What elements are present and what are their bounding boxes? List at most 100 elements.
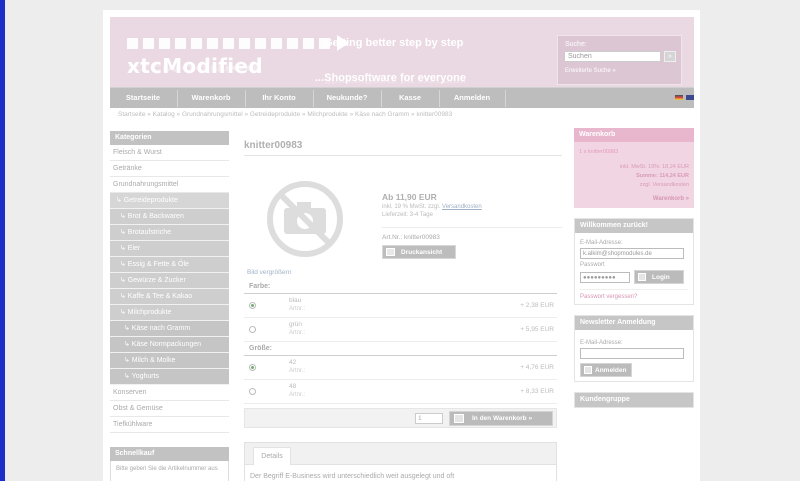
quantity-input[interactable]: 1 — [415, 413, 443, 424]
category-item[interactable]: ↳ Milch & Molke — [110, 353, 229, 369]
advanced-search-link[interactable]: Erweiterte Suche » — [565, 68, 616, 74]
tax-text: inkl. 19 % MwSt. zzgl. — [382, 204, 441, 210]
left-column: Kategorien Fleisch & Wurst Getränke Grun… — [110, 131, 229, 481]
login-box: Willkommen zurück! E-Mail-Adresse: k.alk… — [574, 218, 694, 305]
nav-anmelden[interactable]: Anmelden — [440, 88, 504, 109]
header-square — [223, 37, 234, 49]
search-box: Suche: » Erweiterte Suche » — [557, 35, 682, 85]
header-square — [303, 37, 314, 49]
option-price: + 5,95 EUR — [520, 326, 554, 333]
categories-header: Kategorien — [110, 131, 229, 145]
add-to-cart-button[interactable]: In den Warenkorb » — [449, 411, 553, 426]
category-item[interactable]: ↳ Essig & Fette & Öle — [110, 257, 229, 273]
header-tagline: Getting better step by step — [324, 37, 464, 49]
option-radio[interactable] — [249, 388, 256, 395]
login-button[interactable]: Login — [634, 270, 684, 284]
option-row[interactable]: blau Artnr.: + 2,38 EUR — [244, 294, 557, 318]
header-square — [127, 37, 138, 49]
option-artnr: Artnr.: — [289, 330, 306, 336]
newsletter-email-label: E-Mail-Adresse: — [580, 340, 623, 346]
category-item[interactable]: ↳ Yoghurts — [110, 369, 229, 385]
window-edge — [0, 0, 5, 481]
newsletter-form: E-Mail-Adresse: Anmelden — [575, 330, 693, 381]
print-view-button[interactable]: Druckansicht — [382, 245, 456, 259]
password-field[interactable]: ●●●●●●●●● — [580, 271, 630, 283]
site-logo-reflection: xtcModified — [127, 63, 259, 74]
header-square — [159, 37, 170, 49]
no-image-icon[interactable] — [264, 180, 346, 258]
option-name: 48 — [289, 383, 297, 390]
option-group-title: Größe: — [244, 342, 557, 356]
german-flag-icon[interactable] — [675, 95, 683, 100]
category-item[interactable]: ↳ Käse Normpackungen — [110, 337, 229, 353]
nav-ihr-konto[interactable]: Ihr Konto — [246, 88, 312, 109]
category-item[interactable]: ↳ Gewürze & Zucker — [110, 273, 229, 289]
newsletter-header: Newsletter Anmeldung — [575, 316, 693, 330]
printer-icon — [386, 248, 395, 256]
category-item[interactable]: Konserven — [110, 385, 229, 401]
product-price: Ab 11,90 EUR — [382, 192, 437, 202]
delivery-time: Lieferzeit: 3-4 Tage — [382, 212, 433, 218]
breadcrumb[interactable]: Startseite » Katalog » Grundnahrungsmitt… — [118, 111, 452, 118]
enlarge-image-link[interactable]: Bild vergrößern — [247, 269, 291, 276]
tab-bar: Details — [245, 443, 556, 465]
shipping-cost-link[interactable]: Versandkosten — [442, 204, 482, 210]
header-square — [175, 37, 186, 49]
category-item[interactable]: ↳ Brotaufstriche — [110, 225, 229, 241]
schnellkauf-text: Bitte geben Sie die Artikelnummer aus — [110, 461, 229, 481]
category-item[interactable]: ↳ Eier — [110, 241, 229, 257]
cart-link[interactable]: Warenkorb » — [574, 188, 694, 202]
cart-mwst: inkl. MwSt. 19%: 18,24 EUR — [619, 164, 689, 170]
print-view-label: Druckansicht — [401, 249, 443, 256]
nav-separator — [505, 90, 506, 107]
details-text: Der Begriff E-Business wird unterschiedl… — [250, 473, 455, 480]
search-submit-button[interactable]: » — [664, 51, 676, 62]
category-item[interactable]: Obst & Gemüse — [110, 401, 229, 417]
nav-startseite[interactable]: Startseite — [110, 88, 176, 109]
header-square — [255, 37, 266, 49]
shop-page: xtcModified xtcModified Getting better s… — [103, 10, 700, 481]
nav-neukunde[interactable]: Neukunde? — [314, 88, 380, 109]
english-flag-icon[interactable] — [686, 95, 694, 100]
category-item[interactable]: Fleisch & Wurst — [110, 145, 229, 161]
search-input[interactable] — [564, 51, 661, 62]
details-tabs: Details Der Begriff E-Business wird unte… — [244, 442, 557, 481]
main-nav: Startseite Warenkorb Ihr Konto Neukunde?… — [110, 87, 694, 108]
header-square — [207, 37, 218, 49]
option-radio[interactable] — [249, 302, 256, 309]
newsletter-email-field[interactable] — [580, 348, 684, 359]
option-radio[interactable] — [249, 364, 256, 371]
option-artnr: Artnr.: — [289, 392, 306, 398]
newsletter-subscribe-button[interactable]: Anmelden — [580, 363, 632, 377]
email-label: E-Mail-Adresse: — [580, 240, 623, 246]
category-item[interactable]: Tiefkühlware — [110, 417, 229, 433]
forgot-password-link[interactable]: Passwort vergessen? — [580, 289, 688, 300]
category-item[interactable]: Getränke — [110, 161, 229, 177]
category-item[interactable]: ↳ Milchprodukte — [110, 305, 229, 321]
email-field[interactable]: k.alkim@shopmodules.de — [580, 248, 684, 259]
option-row[interactable]: 48 Artnr.: + 8,33 EUR — [244, 380, 557, 404]
option-row[interactable]: 42 Artnr.: + 4,76 EUR — [244, 356, 557, 380]
subscribe-icon — [584, 366, 592, 374]
category-item[interactable]: Grundnahrungsmittel — [110, 177, 229, 193]
cart-item[interactable]: 1 x knitter00983 — [574, 142, 694, 155]
tab-details[interactable]: Details — [253, 447, 291, 465]
header-square — [143, 37, 154, 49]
add-to-cart-label: In den Warenkorb » — [472, 415, 533, 422]
cart-shipping[interactable]: zzgl. Versandkosten — [574, 179, 694, 188]
category-item[interactable]: ↳ Getreideprodukte — [110, 193, 229, 209]
option-price: + 4,76 EUR — [520, 364, 554, 371]
option-row[interactable]: grün Artnr.: + 5,95 EUR — [244, 318, 557, 342]
cart-sum: Summe: 114,24 EUR — [636, 173, 689, 179]
category-item[interactable]: ↳ Kaffe & Tee & Kakao — [110, 289, 229, 305]
category-item[interactable]: ↳ Brot & Backwaren — [110, 209, 229, 225]
option-group-title: Farbe: — [244, 280, 557, 294]
site-header: xtcModified xtcModified Getting better s… — [110, 17, 694, 95]
option-radio[interactable] — [249, 326, 256, 333]
product-main: knitter00983 Bild vergrößern Ab 11,90 EU… — [244, 140, 562, 481]
category-item[interactable]: ↳ Käse nach Gramm — [110, 321, 229, 337]
login-form: E-Mail-Adresse: k.alkim@shopmodules.de P… — [575, 233, 693, 304]
nav-kasse[interactable]: Kasse — [382, 88, 438, 109]
header-squares — [127, 35, 349, 51]
nav-warenkorb[interactable]: Warenkorb — [178, 88, 244, 109]
